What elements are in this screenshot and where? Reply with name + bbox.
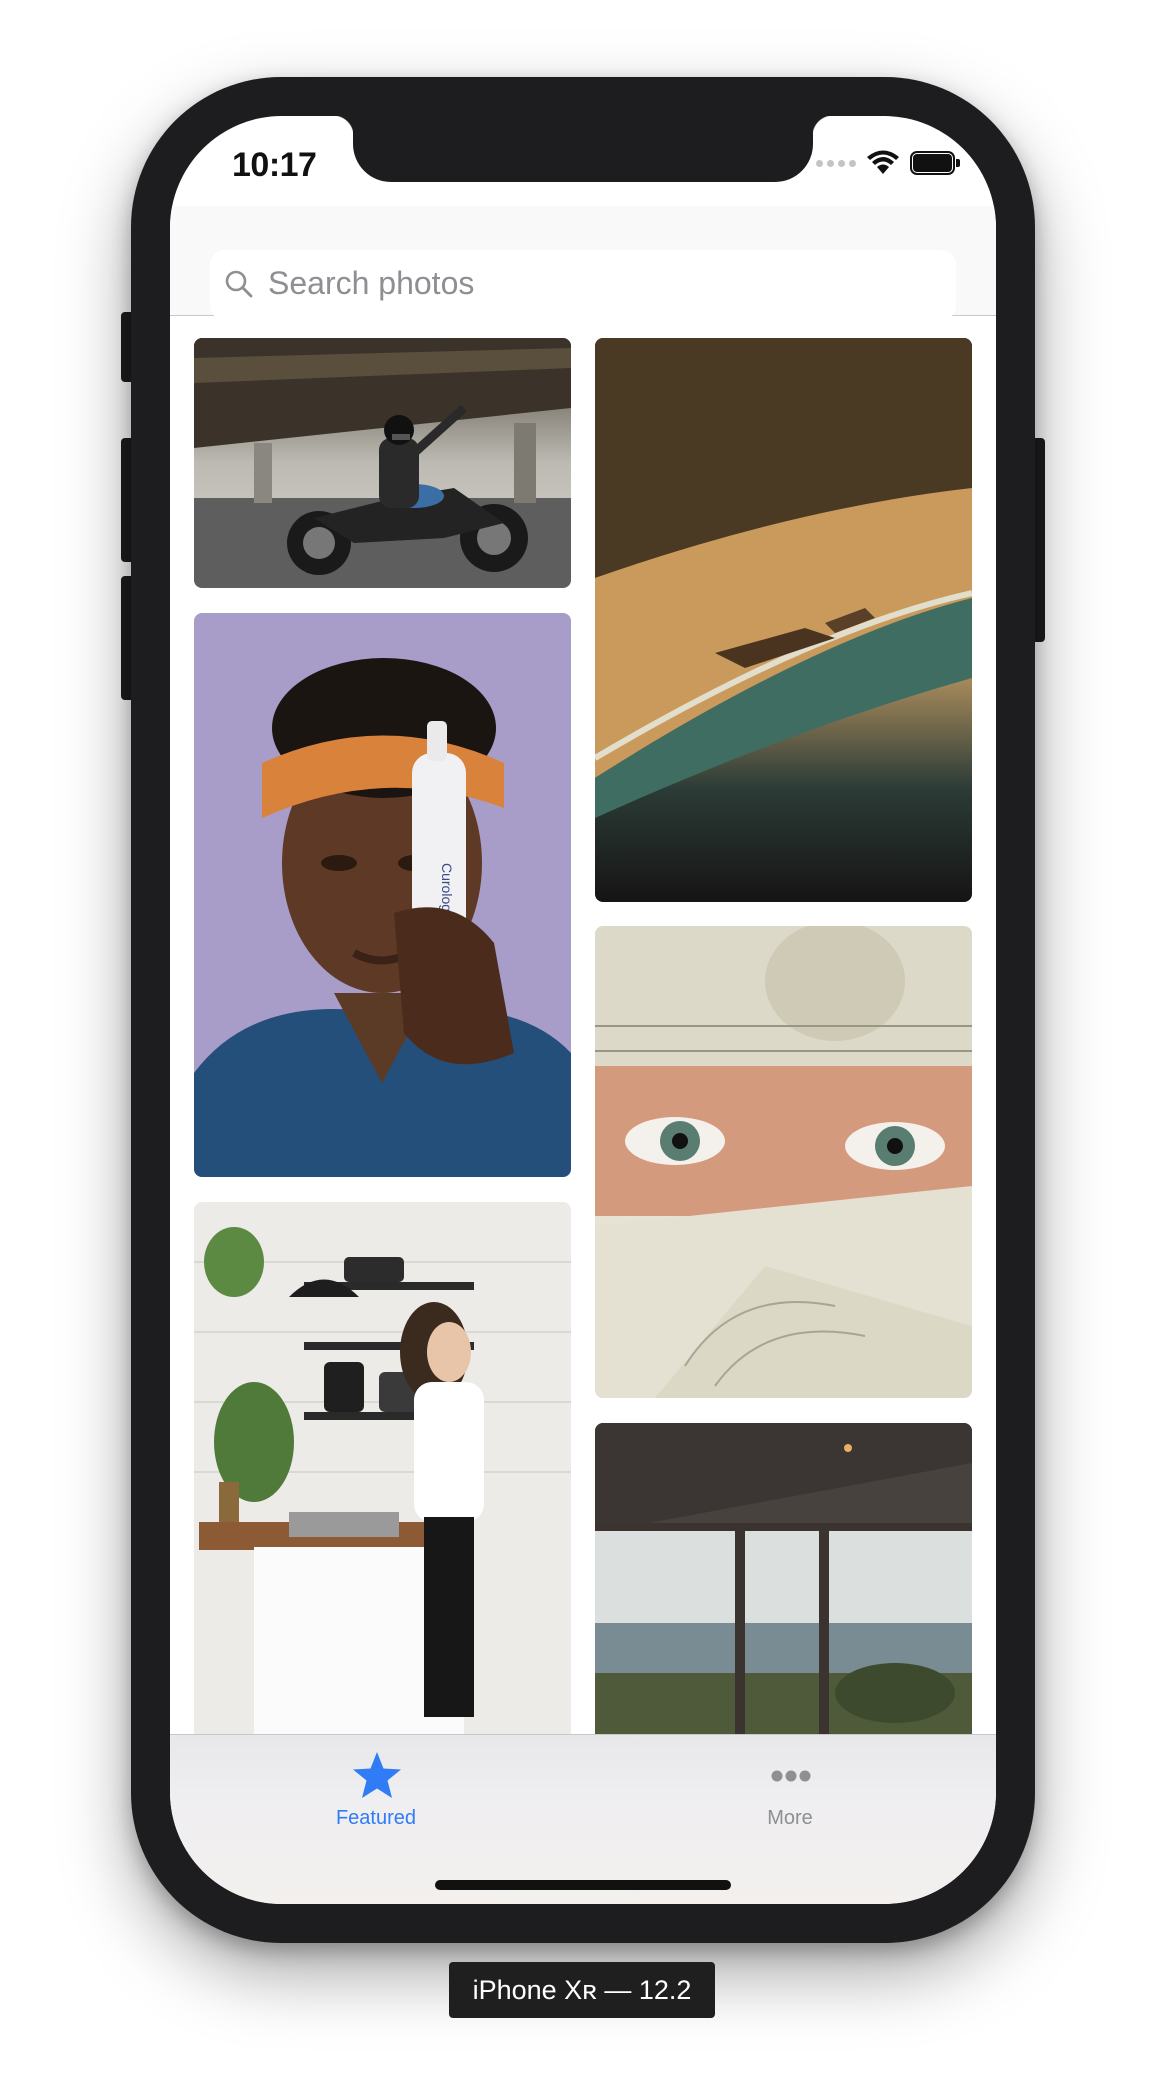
photo-tile[interactable] xyxy=(194,338,571,588)
tab-bar: Featured More xyxy=(170,1734,996,1904)
photo-tile[interactable] xyxy=(595,338,972,902)
photo-tile[interactable] xyxy=(595,926,972,1398)
star-icon xyxy=(353,1752,401,1798)
search-bar[interactable]: Search photos xyxy=(210,250,956,320)
tab-featured[interactable]: Featured xyxy=(276,1735,476,1845)
photo-tile[interactable] xyxy=(595,1423,972,1734)
motorcycle-photo xyxy=(194,338,571,588)
simulator-stage: Search photos Curology Featured More 10:… xyxy=(0,0,1168,2096)
battery-icon xyxy=(910,151,960,175)
photo-tile[interactable]: Curology xyxy=(194,613,571,1177)
eyes-money-photo xyxy=(595,926,972,1398)
notch xyxy=(333,116,833,182)
photo-tile[interactable] xyxy=(194,1202,571,1734)
device-caption: iPhone Xʀ — 12.2 xyxy=(449,1962,715,2018)
beach-photo xyxy=(595,338,972,902)
tab-label: Featured xyxy=(335,1807,417,1829)
status-icons xyxy=(816,150,960,176)
search-input[interactable]: Search photos xyxy=(268,265,474,302)
status-time: 10:17 xyxy=(232,146,317,184)
wifi-icon xyxy=(867,150,899,174)
phone-screen: Search photos Curology Featured More 10:… xyxy=(170,116,996,1904)
more-icon xyxy=(771,1770,811,1782)
tab-label: More xyxy=(767,1807,813,1829)
tab-more[interactable]: More xyxy=(690,1735,890,1845)
kitchen-photo xyxy=(194,1202,571,1734)
portrait-photo: Curology xyxy=(194,613,571,1177)
city-view-photo xyxy=(595,1423,972,1734)
home-indicator[interactable] xyxy=(435,1880,731,1890)
search-icon xyxy=(225,270,253,298)
cellular-signal-icon xyxy=(816,159,856,167)
